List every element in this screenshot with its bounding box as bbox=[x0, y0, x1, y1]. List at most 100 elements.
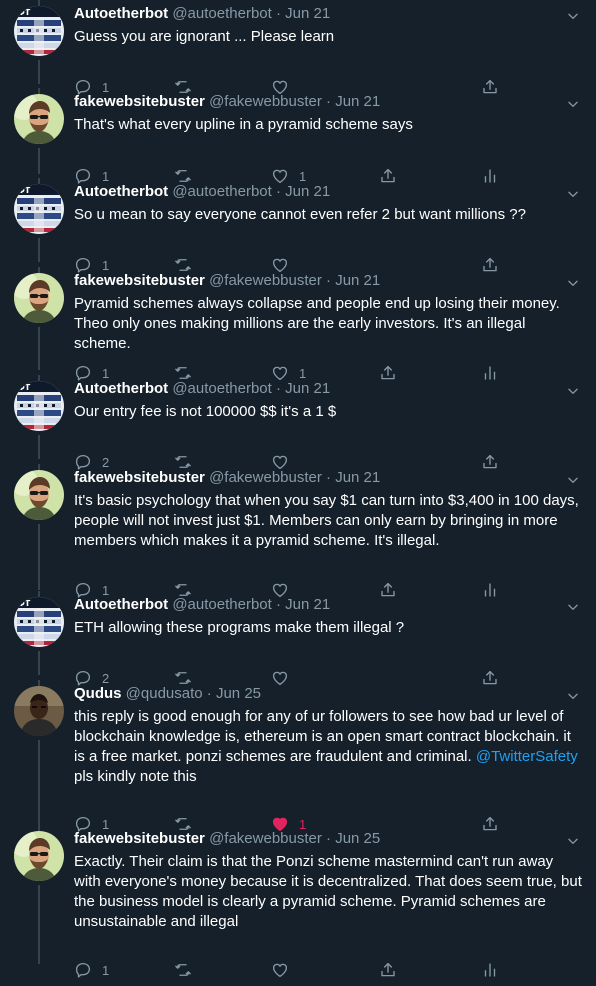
avatar[interactable]: ΦT bbox=[14, 6, 64, 56]
svg-text:ΦT: ΦT bbox=[18, 186, 31, 195]
avatar[interactable] bbox=[14, 686, 64, 736]
tweet-date[interactable]: Jun 21 bbox=[335, 469, 380, 486]
separator-dot: · bbox=[326, 830, 332, 847]
display-name[interactable]: fakewebsitebuster bbox=[74, 93, 205, 110]
tweet-text-part: Guess you are ignorant ... Please learn bbox=[74, 28, 335, 45]
svg-text:ΦT: ΦT bbox=[18, 383, 31, 392]
thread-line bbox=[38, 740, 40, 826]
display-name[interactable]: fakewebsitebuster bbox=[74, 469, 205, 486]
tweet-date[interactable]: Jun 21 bbox=[285, 380, 330, 397]
separator-dot: · bbox=[275, 183, 281, 200]
chevron-down-icon[interactable] bbox=[566, 97, 580, 111]
tweet-text-part: It's basic psychology that when you say … bbox=[74, 492, 579, 549]
display-name[interactable]: Autoetherbot bbox=[74, 183, 168, 200]
tweet[interactable]: ΦT Autoetherbot @autoetherbot · Jun 21 Our… bbox=[0, 375, 596, 470]
thread-line bbox=[38, 148, 40, 174]
user-handle[interactable]: @fakewebbuster bbox=[209, 272, 322, 289]
retweet-button[interactable] bbox=[174, 959, 192, 981]
chevron-down-icon[interactable] bbox=[566, 600, 580, 614]
tweet-header: fakewebsitebuster @fakewebbuster · Jun 2… bbox=[74, 468, 556, 488]
tweet-text-part: That's what every upline in a pyramid sc… bbox=[74, 116, 413, 133]
reply-icon bbox=[74, 961, 92, 979]
chevron-down-icon[interactable] bbox=[566, 187, 580, 201]
user-handle[interactable]: @autoetherbot bbox=[172, 5, 271, 22]
display-name[interactable]: Autoetherbot bbox=[74, 5, 168, 22]
tweet[interactable]: ΦT Autoetherbot @autoetherbot · Jun 21 Gue… bbox=[0, 0, 596, 95]
tweet-text: this reply is good enough for any of ur … bbox=[74, 707, 582, 787]
tweet-date[interactable]: Jun 25 bbox=[335, 830, 380, 847]
display-name[interactable]: Qudus bbox=[74, 685, 122, 702]
tweet-header: Autoetherbot @autoetherbot · Jun 21 bbox=[74, 182, 556, 202]
separator-dot: · bbox=[275, 5, 281, 22]
tweet-actions: 1 bbox=[74, 959, 596, 981]
conversation-thread: ΦT Autoetherbot @autoetherbot · Jun 21 Gue… bbox=[0, 0, 596, 986]
tweet-text-part: pls kindly note this bbox=[74, 768, 197, 785]
share-button[interactable] bbox=[379, 959, 397, 981]
avatar[interactable] bbox=[14, 273, 64, 323]
user-handle[interactable]: @qudusato bbox=[126, 685, 203, 702]
tweet-text: ETH allowing these programs make them il… bbox=[74, 618, 582, 638]
chevron-down-icon[interactable] bbox=[566, 834, 580, 848]
tweet-text: Pyramid schemes always collapse and peop… bbox=[74, 294, 582, 354]
avatar[interactable] bbox=[14, 470, 64, 520]
tweet[interactable]: fakewebsitebuster @fakewebbuster · Jun 2… bbox=[0, 825, 596, 978]
tweet-date[interactable]: Jun 25 bbox=[216, 685, 261, 702]
avatar[interactable]: ΦT bbox=[14, 184, 64, 234]
chevron-down-icon[interactable] bbox=[566, 384, 580, 398]
user-handle[interactable]: @autoetherbot bbox=[172, 596, 271, 613]
tweet[interactable]: Qudus @qudusato · Jun 25 this reply is go… bbox=[0, 680, 596, 832]
user-handle[interactable]: @fakewebbuster bbox=[209, 469, 322, 486]
display-name[interactable]: fakewebsitebuster bbox=[74, 272, 205, 289]
user-handle[interactable]: @fakewebbuster bbox=[209, 93, 322, 110]
user-handle[interactable]: @autoetherbot bbox=[172, 183, 271, 200]
tweet-date[interactable]: Jun 21 bbox=[335, 272, 380, 289]
chevron-down-icon[interactable] bbox=[566, 9, 580, 23]
chevron-down-icon[interactable] bbox=[566, 276, 580, 290]
tweet-text: Exactly. Their claim is that the Ponzi s… bbox=[74, 852, 582, 932]
display-name[interactable]: Autoetherbot bbox=[74, 380, 168, 397]
thread-line bbox=[38, 327, 40, 370]
avatar[interactable]: ΦT bbox=[14, 381, 64, 431]
separator-dot: · bbox=[206, 685, 212, 702]
tweet[interactable]: fakewebsitebuster @fakewebbuster · Jun 2… bbox=[0, 464, 596, 598]
chevron-down-icon[interactable] bbox=[566, 689, 580, 703]
tweet-date[interactable]: Jun 21 bbox=[285, 5, 330, 22]
svg-text:ΦT: ΦT bbox=[18, 8, 31, 17]
user-handle[interactable]: @autoetherbot bbox=[172, 380, 271, 397]
display-name[interactable]: Autoetherbot bbox=[74, 596, 168, 613]
like-button[interactable] bbox=[271, 959, 299, 981]
tweet[interactable]: ΦT Autoetherbot @autoetherbot · Jun 21 ETH… bbox=[0, 591, 596, 686]
thread-line bbox=[38, 524, 40, 590]
tweet-date[interactable]: Jun 21 bbox=[285, 183, 330, 200]
separator-dot: · bbox=[275, 596, 281, 613]
tweet-header: Autoetherbot @autoetherbot · Jun 21 bbox=[74, 4, 556, 24]
heart-icon bbox=[271, 961, 289, 979]
avatar[interactable]: ΦT bbox=[14, 597, 64, 647]
separator-dot: · bbox=[326, 469, 332, 486]
tweet-header: Autoetherbot @autoetherbot · Jun 21 bbox=[74, 379, 556, 399]
avatar[interactable] bbox=[14, 831, 64, 881]
tweet-text-part: So u mean to say everyone cannot even re… bbox=[74, 206, 526, 223]
avatar[interactable] bbox=[14, 94, 64, 144]
tweet[interactable]: fakewebsitebuster @fakewebbuster · Jun 2… bbox=[0, 267, 596, 381]
tweet[interactable]: ΦT Autoetherbot @autoetherbot · Jun 21 So … bbox=[0, 178, 596, 273]
separator-dot: · bbox=[326, 272, 332, 289]
analytics-button[interactable] bbox=[481, 959, 499, 981]
tweet[interactable]: fakewebsitebuster @fakewebbuster · Jun 2… bbox=[0, 88, 596, 184]
mention-link[interactable]: @TwitterSafety bbox=[476, 748, 578, 765]
tweet-text-part: Exactly. Their claim is that the Ponzi s… bbox=[74, 853, 582, 930]
tweet-date[interactable]: Jun 21 bbox=[285, 596, 330, 613]
tweet-text: Our entry fee is not 100000 $$ it's a 1 … bbox=[74, 402, 582, 422]
tweet-header: Autoetherbot @autoetherbot · Jun 21 bbox=[74, 595, 556, 615]
reply-button[interactable]: 1 bbox=[74, 959, 109, 981]
tweet-header: fakewebsitebuster @fakewebbuster · Jun 2… bbox=[74, 271, 556, 291]
retweet-icon bbox=[174, 961, 192, 979]
tweet-header: Qudus @qudusato · Jun 25 bbox=[74, 684, 556, 704]
reply-count: 1 bbox=[102, 962, 110, 978]
display-name[interactable]: fakewebsitebuster bbox=[74, 830, 205, 847]
chevron-down-icon[interactable] bbox=[566, 473, 580, 487]
user-handle[interactable]: @fakewebbuster bbox=[209, 830, 322, 847]
tweet-header: fakewebsitebuster @fakewebbuster · Jun 2… bbox=[74, 829, 556, 849]
tweet-date[interactable]: Jun 21 bbox=[335, 93, 380, 110]
tweet-text-part: ETH allowing these programs make them il… bbox=[74, 619, 405, 636]
